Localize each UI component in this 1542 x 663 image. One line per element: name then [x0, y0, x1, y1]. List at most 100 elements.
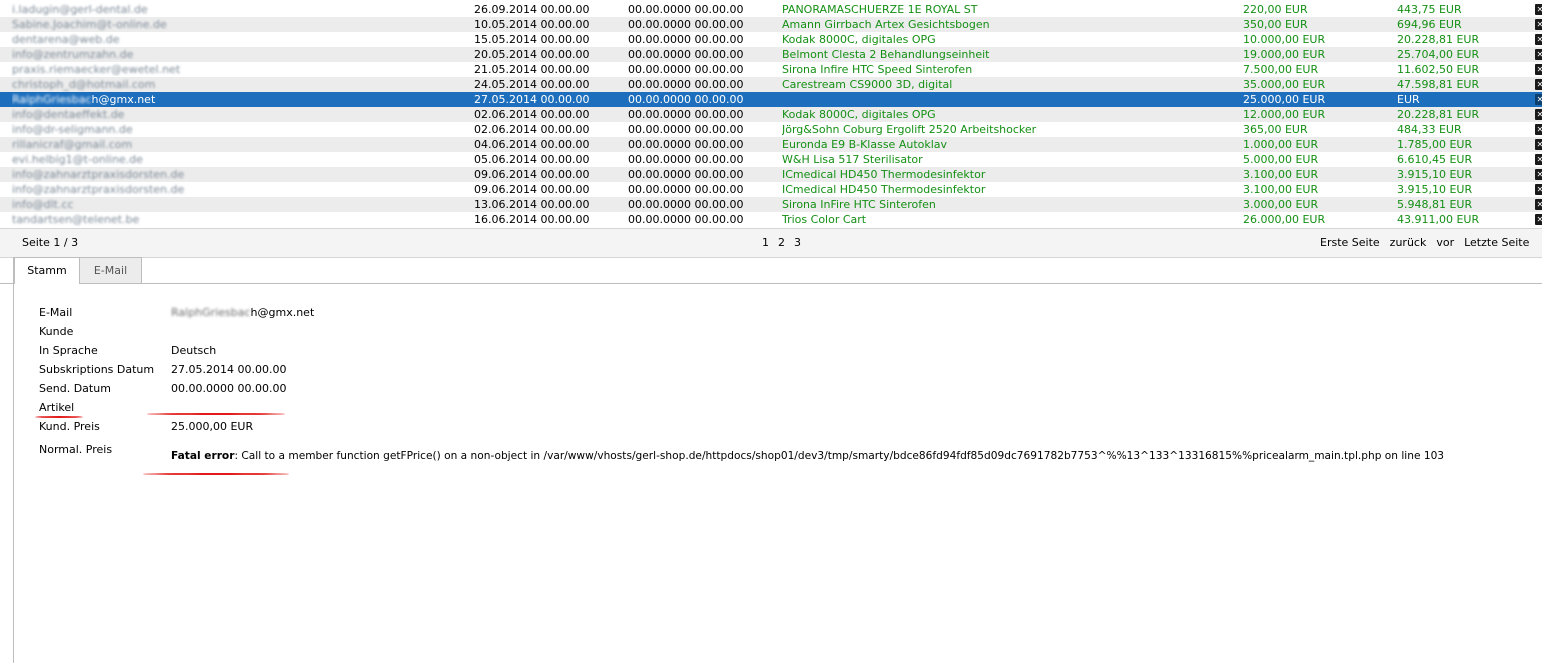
table-row[interactable]: Sabine.Joachim@t-online.de 10.05.2014 00.…: [0, 17, 1542, 32]
sprache-label: In Sprache: [39, 344, 98, 357]
table-row[interactable]: info@dlt.cc 13.06.2014 00.00.00 00.00.0000…: [0, 197, 1542, 212]
row-send-date: 00.00.0000 00.00.00: [628, 123, 744, 136]
row-delete-icon[interactable]: ✕: [1535, 34, 1542, 45]
row-price: 350,00 EUR: [1243, 18, 1308, 31]
row-send-date: 00.00.0000 00.00.00: [628, 63, 744, 76]
row-send-date: 00.00.0000 00.00.00: [628, 153, 744, 166]
table-row[interactable]: tandartsen@telenet.be 16.06.2014 00.00.00…: [0, 212, 1542, 227]
table-row[interactable]: praxis.riemaecker@ewetel.net 21.05.2014 0…: [0, 62, 1542, 77]
row-article: Euronda E9 B-Klasse Autoklav: [782, 138, 948, 151]
row-email: RalphGriesbach@gmx.net: [12, 92, 302, 107]
subscription-date-value: 27.05.2014 00.00.00: [171, 363, 287, 376]
row-send-date: 00.00.0000 00.00.00: [628, 183, 744, 196]
row-customer-price: 3.915,10 EUR: [1397, 168, 1473, 181]
row-delete-icon[interactable]: ✕: [1535, 49, 1542, 60]
sprache-value: Deutsch: [171, 344, 217, 357]
send-date-label: Send. Datum: [39, 382, 111, 395]
row-subscription-date: 27.05.2014 00.00.00: [474, 93, 590, 106]
row-price: 25.000,00 EUR: [1243, 93, 1326, 106]
kund-price-value: 25.000,00 EUR: [171, 420, 254, 433]
table-row[interactable]: info@zentrumzahn.de 20.05.2014 00.00.00 00…: [0, 47, 1542, 62]
row-email: info@dentaeffekt.de: [12, 108, 125, 121]
next-page-link[interactable]: vor: [1436, 236, 1454, 249]
row-email-redacted: RalphGriesbac: [12, 93, 92, 106]
row-customer-price: 20.228,81 EUR: [1397, 33, 1480, 46]
row-subscription-date: 10.05.2014 00.00.00: [474, 18, 590, 31]
subscription-date-label: Subskriptions Datum: [39, 363, 155, 376]
row-article: Trios Color Cart: [782, 213, 867, 226]
last-page-link[interactable]: Letzte Seite: [1464, 236, 1529, 249]
row-article: PANORAMASCHUERZE 1E ROYAL ST: [782, 3, 978, 16]
page-link-2[interactable]: 2: [778, 236, 785, 249]
row-subscription-date: 09.06.2014 00.00.00: [474, 168, 590, 181]
tab-email[interactable]: E-Mail: [79, 257, 142, 283]
row-subscription-date: 20.05.2014 00.00.00: [474, 48, 590, 61]
row-email: praxis.riemaecker@ewetel.net: [12, 63, 181, 76]
page-link-1[interactable]: 1: [762, 236, 769, 249]
row-delete-icon[interactable]: ✕: [1535, 139, 1542, 150]
row-delete-icon[interactable]: ✕: [1535, 124, 1542, 135]
row-customer-price: 3.915,10 EUR: [1397, 183, 1473, 196]
fatal-error-message: Fatal error: Call to a member function g…: [171, 450, 1444, 462]
page-link-3[interactable]: 3: [794, 236, 801, 249]
row-article: Kodak 8000C, digitales OPG: [782, 108, 936, 121]
row-email: tandartsen@telenet.be: [12, 213, 140, 226]
row-customer-price: 20.228,81 EUR: [1397, 108, 1480, 121]
first-page-link[interactable]: Erste Seite: [1320, 236, 1380, 249]
tab-stamm[interactable]: Stamm: [14, 257, 80, 284]
row-subscription-date: 21.05.2014 00.00.00: [474, 63, 590, 76]
table-row[interactable]: christoph_d@hotmail.com 24.05.2014 00.00.…: [0, 77, 1542, 92]
row-price: 12.000,00 EUR: [1243, 108, 1326, 121]
row-customer-price: 25.704,00 EUR: [1397, 48, 1480, 61]
row-email: dentarena@web.de: [12, 33, 120, 46]
row-delete-icon[interactable]: ✕: [1535, 64, 1542, 75]
kunde-label: Kunde: [39, 325, 74, 338]
row-email: evi.helbig1@t-online.de: [12, 153, 143, 166]
row-subscription-date: 13.06.2014 00.00.00: [474, 198, 590, 211]
row-article: W&H Lisa 517 Sterilisator: [782, 153, 923, 166]
table-row[interactable]: info@dentaeffekt.de 02.06.2014 00.00.00 00…: [0, 107, 1542, 122]
row-delete-icon[interactable]: ✕: [1535, 184, 1542, 195]
row-delete-icon[interactable]: ✕: [1535, 94, 1542, 105]
table-row[interactable]: rillanicraf@gmail.com 04.06.2014 00.00.00…: [0, 137, 1542, 152]
row-email: info@zahnarztpraxisdorsten.de: [12, 183, 185, 196]
annotation-underline-error: [143, 473, 289, 475]
table-row[interactable]: info@zahnarztpraxisdorsten.de 09.06.2014 …: [0, 167, 1542, 182]
row-send-date: 00.00.0000 00.00.00: [628, 18, 744, 31]
row-delete-icon[interactable]: ✕: [1535, 109, 1542, 120]
detail-panel: E-Mail RalphGriesbach@gmx.net Kunde In S…: [0, 283, 1542, 663]
row-subscription-date: 15.05.2014 00.00.00: [474, 33, 590, 46]
row-customer-price: 443,75 EUR: [1397, 3, 1462, 16]
row-price: 26.000,00 EUR: [1243, 213, 1326, 226]
row-delete-icon[interactable]: ✕: [1535, 154, 1542, 165]
row-subscription-date: 02.06.2014 00.00.00: [474, 123, 590, 136]
row-customer-price: 484,33 EUR: [1397, 123, 1462, 136]
row-customer-price: 43.911,00 EUR: [1397, 213, 1480, 226]
row-send-date: 00.00.0000 00.00.00: [628, 198, 744, 211]
row-delete-icon[interactable]: ✕: [1535, 214, 1542, 225]
table-row[interactable]: i.ladugin@gerl-dental.de 26.09.2014 00.00…: [0, 2, 1542, 17]
page-navigation: Erste Seite zurück vor Letzte Seite: [1320, 236, 1539, 249]
row-subscription-date: 02.06.2014 00.00.00: [474, 108, 590, 121]
prev-page-link[interactable]: zurück: [1390, 236, 1427, 249]
row-delete-icon[interactable]: ✕: [1535, 169, 1542, 180]
row-article: Belmont Clesta 2 Behandlungseinheit: [782, 48, 990, 61]
row-send-date: 00.00.0000 00.00.00: [628, 78, 744, 91]
row-delete-icon[interactable]: ✕: [1535, 199, 1542, 210]
table-row[interactable]: info@dr-seligmann.de 02.06.2014 00.00.00 0…: [0, 122, 1542, 137]
row-send-date: 00.00.0000 00.00.00: [628, 213, 744, 226]
row-delete-icon[interactable]: ✕: [1535, 79, 1542, 90]
row-subscription-date: 05.06.2014 00.00.00: [474, 153, 590, 166]
row-subscription-date: 09.06.2014 00.00.00: [474, 183, 590, 196]
table-row[interactable]: evi.helbig1@t-online.de 05.06.2014 00.00.…: [0, 152, 1542, 167]
row-send-date: 00.00.0000 00.00.00: [628, 93, 744, 106]
send-date-value: 00.00.0000 00.00.00: [171, 382, 287, 395]
row-email: info@dlt.cc: [12, 198, 74, 211]
row-article: Kodak 8000C, digitales OPG: [782, 33, 936, 46]
row-delete-icon[interactable]: ✕: [1535, 19, 1542, 30]
row-article: Sirona Infire HTC Speed Sinterofen: [782, 63, 973, 76]
table-row[interactable]: dentarena@web.de 15.05.2014 00.00.00 00.00…: [0, 32, 1542, 47]
table-row[interactable]: info@zahnarztpraxisdorsten.de 09.06.2014 …: [0, 182, 1542, 197]
table-row[interactable]: RalphGriesbach@gmx.net 27.05.2014 00.00.0…: [0, 92, 1542, 107]
row-delete-icon[interactable]: ✕: [1535, 4, 1542, 15]
